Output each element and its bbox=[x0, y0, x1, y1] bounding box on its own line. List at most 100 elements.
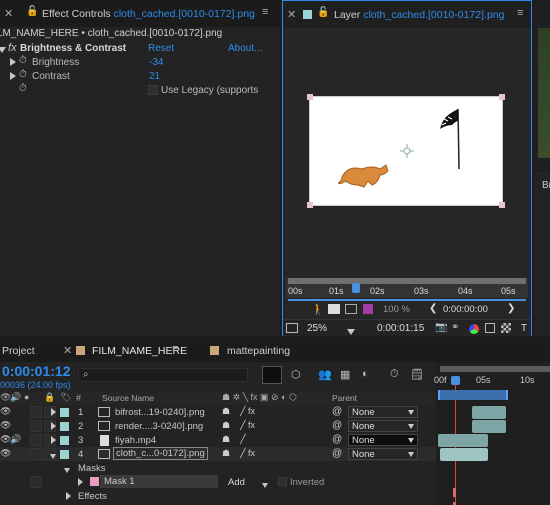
layer-switches[interactable]: ☗ ╱ fx bbox=[222, 406, 255, 417]
channels-icon[interactable] bbox=[469, 324, 479, 334]
mask-row[interactable]: Mask 1 Add Inverted bbox=[0, 475, 436, 489]
layer-track-bar[interactable] bbox=[472, 406, 506, 419]
parent-pickwhip-icon[interactable]: @ bbox=[332, 434, 342, 445]
layer-name[interactable]: render....3-0240].png bbox=[115, 421, 203, 432]
eye-icon[interactable]: 👁 bbox=[0, 448, 11, 459]
parent-pickwhip-icon[interactable]: @ bbox=[332, 420, 342, 431]
param-value-brightness[interactable]: -34 bbox=[149, 57, 163, 68]
work-area-bar[interactable] bbox=[288, 278, 526, 284]
masks-group-row[interactable]: Masks bbox=[0, 461, 436, 475]
region-of-interest-icon[interactable] bbox=[286, 323, 298, 333]
label-swatch[interactable] bbox=[60, 436, 69, 445]
corner-handle[interactable] bbox=[499, 202, 505, 208]
disclosure-right-icon[interactable] bbox=[66, 492, 71, 503]
label-swatch[interactable] bbox=[60, 450, 69, 459]
parent-dropdown[interactable]: None bbox=[348, 434, 418, 446]
set-in-point-icon[interactable] bbox=[328, 304, 340, 314]
panel-menu-icon[interactable]: ≡ bbox=[517, 7, 523, 19]
mask-name-field[interactable]: Mask 1 bbox=[100, 475, 218, 488]
in-point-icon[interactable]: ❮ bbox=[429, 303, 437, 314]
walking-man-icon[interactable]: 🚶 bbox=[311, 303, 325, 316]
draft-3d-icon[interactable]: ⬡ bbox=[291, 368, 301, 381]
disclosure-right-icon[interactable] bbox=[51, 422, 56, 433]
layer-track-bar[interactable] bbox=[440, 448, 488, 461]
timecode-current[interactable]: 0:00:01:15 bbox=[377, 323, 424, 334]
lock-box[interactable] bbox=[30, 476, 42, 488]
solo-box[interactable] bbox=[30, 448, 42, 460]
disclosure-down-icon[interactable] bbox=[0, 45, 6, 56]
comp-flowchart-icon[interactable] bbox=[262, 366, 282, 384]
close-icon[interactable]: ✕ bbox=[63, 344, 72, 357]
timecode-in[interactable]: 0:00:00:00 bbox=[443, 304, 488, 315]
layer-name[interactable]: cloth_c...0-0172].png bbox=[113, 447, 208, 460]
inverted-checkbox[interactable] bbox=[278, 477, 287, 486]
table-row[interactable]: 👁 🔊 3 fiyah.mp4 ☗ ╱ @ None bbox=[0, 433, 436, 447]
zoom-dropdown[interactable]: 25% bbox=[307, 323, 327, 334]
label-swatch[interactable] bbox=[60, 408, 69, 417]
timeline-graph[interactable]: 00f 05s 10s bbox=[434, 362, 550, 505]
label-swatch[interactable] bbox=[60, 422, 69, 431]
out-point-icon[interactable]: ❯ bbox=[507, 303, 515, 314]
work-area-span[interactable] bbox=[438, 390, 508, 400]
layer-time-ruler[interactable]: 00s 01s 02s 03s 04s 05s bbox=[286, 278, 528, 298]
eye-icon[interactable]: 👁 bbox=[0, 406, 11, 417]
parent-dropdown[interactable]: None bbox=[348, 420, 418, 432]
table-row[interactable]: 👁 1 bifrost...19-0240].png ☗ ╱ fx @ None bbox=[0, 405, 436, 419]
stopwatch-icon[interactable]: ⏱ bbox=[19, 55, 27, 66]
shy-layers-icon[interactable]: 👥 bbox=[318, 368, 332, 381]
corner-handle[interactable] bbox=[307, 94, 313, 100]
disclosure-right-icon[interactable] bbox=[78, 478, 83, 489]
search-input[interactable]: ⌕ bbox=[78, 368, 248, 382]
tab-mattepainting[interactable]: mattepainting bbox=[227, 345, 290, 357]
solo-box[interactable] bbox=[30, 420, 42, 432]
source-name-header[interactable]: Source Name bbox=[102, 393, 154, 403]
view-options-icon[interactable] bbox=[345, 304, 357, 314]
grid-icon[interactable] bbox=[485, 323, 495, 333]
table-row-selected[interactable]: 👁 4 cloth_c...0-0172].png ☗ ╱ fx @ None bbox=[0, 447, 436, 461]
parent-pickwhip-icon[interactable]: @ bbox=[332, 448, 342, 459]
disclosure-right-icon[interactable] bbox=[10, 58, 16, 69]
current-time-indicator[interactable] bbox=[352, 283, 360, 293]
frame-blending-icon[interactable]: ▦ bbox=[340, 368, 350, 381]
tab-project[interactable]: Project bbox=[2, 345, 35, 357]
close-icon[interactable]: ✕ bbox=[4, 7, 13, 20]
corner-handle[interactable] bbox=[499, 94, 505, 100]
zoom-percent[interactable]: 100 % bbox=[383, 304, 410, 315]
mask-swatch[interactable] bbox=[90, 477, 99, 486]
keyframe[interactable] bbox=[453, 488, 456, 497]
reset-link[interactable]: Reset bbox=[148, 43, 174, 54]
layer-switches[interactable]: ☗ ╱ bbox=[222, 434, 246, 445]
panel-menu-icon[interactable]: ≡ bbox=[172, 343, 178, 355]
lock-icon[interactable]: 🔓 bbox=[26, 6, 38, 17]
layer-switches[interactable]: ☗ ╱ fx bbox=[222, 448, 255, 459]
effects-group-row[interactable]: Effects bbox=[0, 489, 436, 503]
layer-track-bar[interactable] bbox=[438, 434, 488, 447]
table-row[interactable]: 👁 2 render....3-0240].png ☗ ╱ fx @ None bbox=[0, 419, 436, 433]
motion-blur-icon[interactable]: ◐ bbox=[362, 368, 369, 380]
panel-menu-icon[interactable]: ≡ bbox=[262, 6, 268, 18]
audio-icon[interactable]: 🔊 bbox=[10, 434, 21, 445]
eye-icon[interactable]: 👁 bbox=[0, 420, 11, 431]
parent-pickwhip-icon[interactable]: @ bbox=[332, 406, 342, 417]
layer-canvas[interactable] bbox=[307, 94, 505, 208]
current-timecode[interactable]: 0:00:01:12 bbox=[2, 363, 71, 379]
stopwatch-icon[interactable]: ⏱ bbox=[19, 83, 27, 94]
stopwatch-icon[interactable]: ⏱ bbox=[19, 69, 27, 80]
about-link[interactable]: About... bbox=[228, 43, 262, 54]
effect-controls-tab[interactable]: Effect Controls cloth_cached.[0010-0172]… bbox=[42, 8, 255, 20]
link-icon[interactable]: ⚭ bbox=[451, 322, 459, 333]
layer-name[interactable]: fiyah.mp4 bbox=[115, 435, 156, 446]
layer-switches[interactable]: ☗ ╱ fx bbox=[222, 420, 255, 431]
layer-name[interactable]: bifrost...19-0240].png bbox=[115, 407, 205, 418]
camera-icon[interactable]: 📷 bbox=[435, 322, 447, 333]
layer-track-bar[interactable] bbox=[472, 420, 506, 433]
solo-box[interactable] bbox=[30, 434, 42, 446]
parent-dropdown[interactable]: None bbox=[348, 406, 418, 418]
comment-icon[interactable]: 🗒 bbox=[410, 368, 424, 381]
lock-icon[interactable]: 🔓 bbox=[317, 7, 329, 18]
legacy-checkbox[interactable] bbox=[148, 85, 158, 95]
disclosure-right-icon[interactable] bbox=[51, 408, 56, 419]
close-icon[interactable]: ✕ bbox=[287, 8, 296, 21]
parent-dropdown[interactable]: None bbox=[348, 448, 418, 460]
param-value-contrast[interactable]: 21 bbox=[149, 71, 160, 82]
